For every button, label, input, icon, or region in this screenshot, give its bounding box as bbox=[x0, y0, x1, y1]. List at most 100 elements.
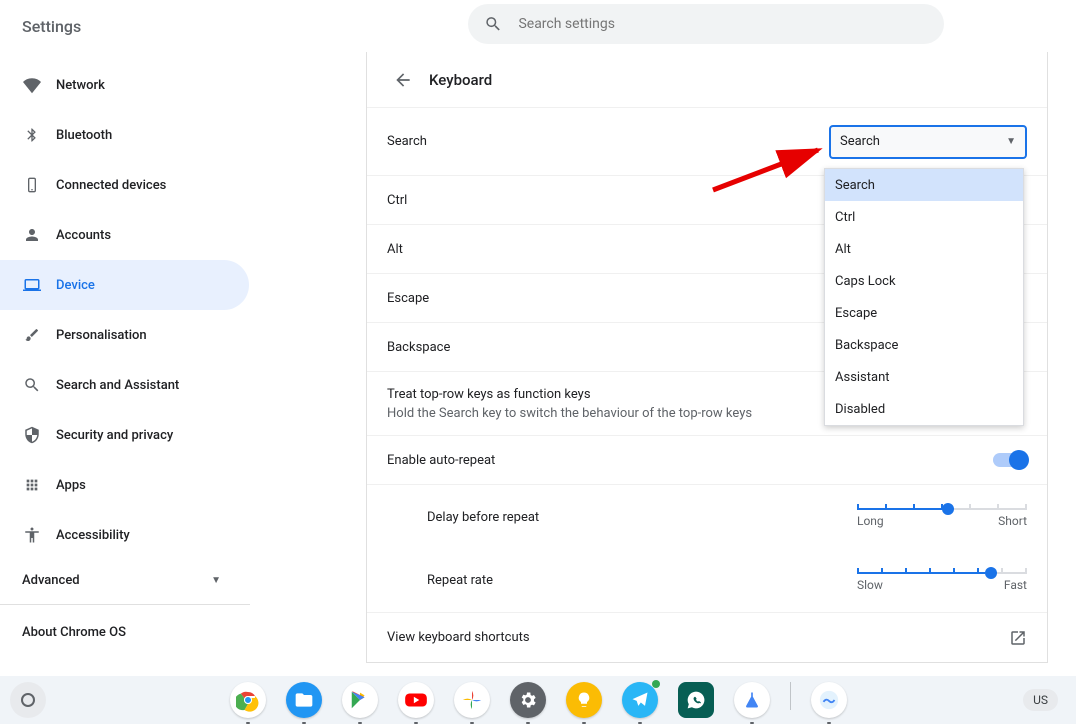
back-button[interactable] bbox=[385, 62, 421, 98]
row-label: Alt bbox=[387, 242, 403, 257]
brush-icon bbox=[22, 325, 42, 345]
row-label: Ctrl bbox=[387, 193, 407, 208]
sidebar-item-personalisation[interactable]: Personalisation bbox=[0, 310, 249, 360]
slider-right-label: Short bbox=[998, 514, 1027, 528]
pinned-app[interactable] bbox=[811, 682, 847, 718]
sidebar-item-search-assistant[interactable]: Search and Assistant bbox=[0, 360, 249, 410]
sidebar-item-bluetooth[interactable]: Bluetooth bbox=[0, 110, 249, 160]
separator bbox=[0, 604, 250, 605]
search-box[interactable] bbox=[468, 4, 944, 44]
dropdown-option[interactable]: Assistant bbox=[825, 361, 1023, 393]
row-label: View keyboard shortcuts bbox=[387, 630, 530, 645]
keep-icon bbox=[575, 691, 593, 709]
laptop-icon bbox=[22, 275, 42, 295]
wifi-icon bbox=[22, 75, 42, 95]
sidebar-item-connected-devices[interactable]: Connected devices bbox=[0, 160, 249, 210]
search-key-dropdown-menu[interactable]: Search Ctrl Alt Caps Lock Escape Backspa… bbox=[824, 168, 1024, 426]
delay-slider[interactable]: Long Short bbox=[857, 502, 1027, 532]
search-icon bbox=[22, 375, 42, 395]
row-label: Treat top-row keys as function keys bbox=[387, 387, 591, 402]
app-icon bbox=[818, 689, 840, 711]
sidebar-item-accounts[interactable]: Accounts bbox=[0, 210, 249, 260]
search-input[interactable] bbox=[518, 16, 928, 32]
sidebar: Network Bluetooth Connected devices Acco… bbox=[0, 52, 250, 676]
slider-left-label: Long bbox=[857, 514, 884, 528]
whatsapp-app[interactable] bbox=[678, 682, 714, 718]
autorepeat-row: Enable auto-repeat bbox=[367, 436, 1047, 485]
telegram-app[interactable] bbox=[622, 682, 658, 718]
search-icon bbox=[484, 14, 502, 34]
dropdown-option[interactable]: Escape bbox=[825, 297, 1023, 329]
toggle-knob bbox=[1009, 450, 1029, 470]
sidebar-item-label: Device bbox=[56, 278, 95, 293]
delay-before-repeat-row: Delay before repeat Long Short bbox=[367, 485, 1047, 549]
whatsapp-icon bbox=[686, 690, 706, 710]
sidebar-item-label: Bluetooth bbox=[56, 128, 112, 143]
slider-left-label: Slow bbox=[857, 578, 883, 592]
subpage-header: Keyboard bbox=[367, 52, 1047, 108]
telegram-icon bbox=[630, 690, 650, 710]
row-label: Backspace bbox=[387, 340, 450, 355]
gear-icon bbox=[518, 690, 538, 710]
launcher-icon bbox=[21, 693, 35, 707]
sidebar-item-device[interactable]: Device bbox=[0, 260, 249, 310]
row-label: Escape bbox=[387, 291, 429, 306]
sidebar-item-apps[interactable]: Apps bbox=[0, 460, 249, 510]
row-label: Delay before repeat bbox=[427, 510, 539, 525]
row-label: Search bbox=[387, 134, 427, 149]
launcher-button[interactable] bbox=[10, 682, 46, 718]
dropdown-option[interactable]: Search bbox=[825, 169, 1023, 201]
shelf-separator bbox=[790, 682, 791, 710]
slider-right-label: Fast bbox=[1004, 578, 1027, 592]
search-key-dropdown[interactable]: Search ▼ bbox=[829, 125, 1027, 159]
sidebar-item-label: Security and privacy bbox=[56, 428, 173, 443]
view-shortcuts-row[interactable]: View keyboard shortcuts bbox=[367, 613, 1047, 662]
play-store-app[interactable] bbox=[342, 682, 378, 718]
keymap-row-search: Search Search ▼ bbox=[367, 108, 1047, 176]
arrow-back-icon bbox=[393, 70, 413, 90]
caret-down-icon: ▼ bbox=[1006, 136, 1016, 147]
sidebar-item-network[interactable]: Network bbox=[0, 60, 249, 110]
flask-icon bbox=[742, 690, 762, 710]
sidebar-item-accessibility[interactable]: Accessibility bbox=[0, 510, 249, 560]
youtube-icon bbox=[403, 687, 429, 713]
ime-indicator[interactable]: US bbox=[1023, 689, 1058, 711]
rate-slider[interactable]: Slow Fast bbox=[857, 566, 1027, 596]
row-sublabel: Hold the Search key to switch the behavi… bbox=[387, 406, 752, 421]
dropdown-option[interactable]: Caps Lock bbox=[825, 265, 1023, 297]
sidebar-advanced[interactable]: Advanced ▼ bbox=[0, 560, 249, 600]
row-label: Enable auto-repeat bbox=[387, 453, 495, 468]
youtube-app[interactable] bbox=[398, 682, 434, 718]
sidebar-item-label: Accessibility bbox=[56, 528, 130, 543]
page-title: Settings bbox=[22, 17, 81, 36]
sidebar-about[interactable]: About Chrome OS bbox=[0, 625, 249, 640]
sidebar-item-security[interactable]: Security and privacy bbox=[0, 410, 249, 460]
autorepeat-toggle[interactable] bbox=[993, 453, 1027, 467]
chevron-down-icon: ▼ bbox=[211, 575, 221, 586]
sidebar-item-label: Search and Assistant bbox=[56, 378, 179, 393]
dropdown-option[interactable]: Backspace bbox=[825, 329, 1023, 361]
dropdown-option[interactable]: Alt bbox=[825, 233, 1023, 265]
photos-app[interactable] bbox=[454, 682, 490, 718]
settings-app[interactable] bbox=[510, 682, 546, 718]
shelf: US bbox=[0, 676, 1076, 724]
app-header: Settings bbox=[0, 0, 1076, 52]
sidebar-item-label: Connected devices bbox=[56, 178, 166, 193]
dropdown-option[interactable]: Disabled bbox=[825, 393, 1023, 425]
bluetooth-icon bbox=[22, 125, 42, 145]
shelf-apps bbox=[54, 682, 1023, 718]
dropdown-option[interactable]: Ctrl bbox=[825, 201, 1023, 233]
about-label: About Chrome OS bbox=[22, 625, 126, 640]
sidebar-item-label: Apps bbox=[56, 478, 86, 493]
keep-app[interactable] bbox=[566, 682, 602, 718]
folder-icon bbox=[294, 690, 314, 710]
chrome-app[interactable] bbox=[230, 682, 266, 718]
subpage-title: Keyboard bbox=[429, 71, 492, 89]
status-tray[interactable]: US bbox=[1023, 689, 1066, 711]
canary-app[interactable] bbox=[734, 682, 770, 718]
files-app[interactable] bbox=[286, 682, 322, 718]
phone-icon bbox=[22, 175, 42, 195]
play-icon bbox=[349, 689, 371, 711]
accessibility-icon bbox=[22, 525, 42, 545]
person-icon bbox=[22, 225, 42, 245]
